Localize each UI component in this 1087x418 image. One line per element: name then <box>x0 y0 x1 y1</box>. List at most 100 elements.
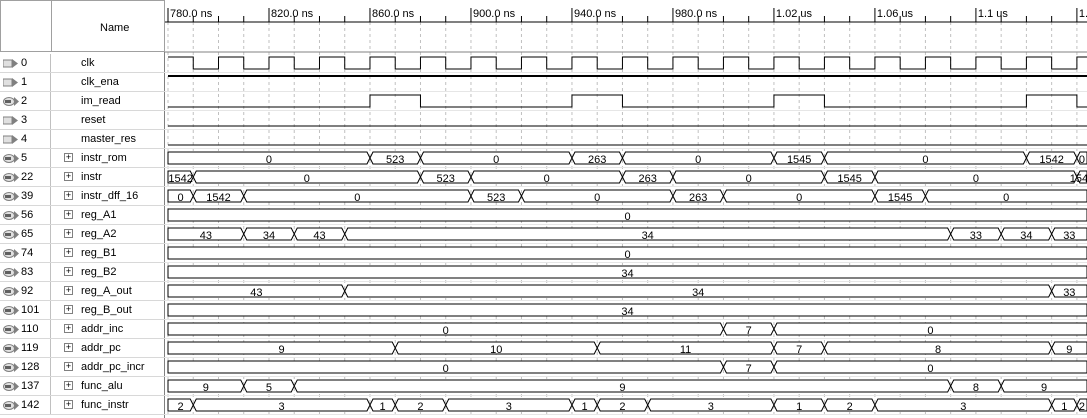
bus-value-label: 9 <box>203 382 209 394</box>
bus-value-label: 523 <box>437 173 455 185</box>
signal-row-clk-ena[interactable]: 1 clk_ena <box>0 73 165 92</box>
signal-row-master-res[interactable]: 4 master_res <box>0 130 165 149</box>
output-pin-icon <box>3 382 19 391</box>
input-pin-icon <box>3 59 18 68</box>
signal-name: instr_dff_16 <box>81 190 139 202</box>
waveform-instr-rom[interactable]: 0 523 0 263 0 1545 0 1542 0 <box>165 151 1087 168</box>
expand-bus-icon[interactable]: + <box>64 381 73 390</box>
signal-row-func-alu[interactable]: 137 + func_alu <box>0 377 165 396</box>
waveform-reg-B2[interactable]: 34 <box>165 265 1087 282</box>
expand-bus-icon[interactable]: + <box>64 210 73 219</box>
signal-index: 137 <box>21 380 40 392</box>
bus-value-label: 0 <box>266 154 272 166</box>
signal-row-reg-B-out[interactable]: 101 + reg_B_out <box>0 301 165 320</box>
waveform-clk[interactable] <box>165 56 1087 73</box>
signal-row-reg-B2[interactable]: 83 + reg_B2 <box>0 263 165 282</box>
waveform-im-read[interactable] <box>165 94 1087 111</box>
waveform-reg-B-out[interactable]: 34 <box>165 303 1087 320</box>
expand-bus-icon[interactable]: + <box>64 248 73 257</box>
waveform-instr[interactable]: 1542 0 523 0 263 0 1545 0 1542 <box>165 170 1087 187</box>
signal-row-addr-pc[interactable]: 119 + addr_pc <box>0 339 165 358</box>
signal-name: addr_pc <box>81 342 121 354</box>
expand-bus-icon[interactable]: + <box>64 343 73 352</box>
waveform-panel[interactable]: 780.0 ns 820.0 ns 860.0 ns 900.0 ns 940.0 ns… <box>165 0 1087 418</box>
signal-row-reset[interactable]: 3 reset <box>0 111 165 130</box>
signal-index-cell: 1 <box>0 73 51 92</box>
output-pin-icon <box>3 154 19 163</box>
bus-value-label: 8 <box>973 382 979 394</box>
name-column-header[interactable]: Name <box>51 0 165 52</box>
signal-row-instr-rom[interactable]: 5 + instr_rom <box>0 149 165 168</box>
bus-value-label: 1 <box>582 401 588 413</box>
bus-value-label: 9 <box>619 382 625 394</box>
waveform-clk-ena[interactable] <box>165 75 1087 92</box>
row-divider <box>0 414 165 415</box>
expand-bus-icon[interactable]: + <box>64 229 73 238</box>
waveform-addr-inc[interactable]: 0 7 0 <box>165 322 1087 339</box>
bus-value-label: 9 <box>1066 344 1072 356</box>
bus-value-label: 34 <box>263 230 275 242</box>
signal-index: 3 <box>21 114 28 126</box>
expand-bus-icon[interactable]: + <box>64 362 73 371</box>
signal-index-cell: 0 <box>0 54 51 73</box>
time-tick-label: 1.14 us <box>1079 8 1087 20</box>
bus-value-label: 0 <box>443 325 449 337</box>
bus-value-label: 3 <box>708 401 714 413</box>
signal-row-func-instr[interactable]: 142 + func_instr <box>0 396 165 415</box>
pulse-trace <box>168 94 1087 108</box>
signal-row-instr[interactable]: 22 + instr <box>0 168 165 187</box>
signal-name: instr_rom <box>81 152 127 164</box>
signal-index: 39 <box>21 190 34 202</box>
time-tick-label: 820.0 ns <box>271 8 314 20</box>
signal-row-reg-A1[interactable]: 56 + reg_A1 <box>0 206 165 225</box>
waveform-addr-pc[interactable]: 9 10 11 7 8 9 <box>165 341 1087 358</box>
bus-value-label: 1545 <box>837 173 861 185</box>
expand-bus-icon[interactable]: + <box>64 153 73 162</box>
waveform-reg-A1[interactable]: 0 <box>165 208 1087 225</box>
bus-value-label: 7 <box>746 325 752 337</box>
signal-row-instr-dff-16[interactable]: 39 + instr_dff_16 <box>0 187 165 206</box>
waveform-master-res[interactable] <box>165 144 1087 149</box>
expand-bus-icon[interactable]: + <box>64 267 73 276</box>
waveform-addr-pc-incr[interactable]: 0 7 0 <box>165 360 1087 377</box>
output-pin-icon <box>3 344 19 353</box>
expand-bus-icon[interactable]: + <box>64 305 73 314</box>
signal-row-reg-A2[interactable]: 65 + reg_A2 <box>0 225 165 244</box>
time-tick-label: 780.0 ns <box>170 8 213 20</box>
bus-value-label: 33 <box>1063 287 1075 299</box>
bus-value-label: 1545 <box>888 192 912 204</box>
bus-value-label: 263 <box>639 173 657 185</box>
expand-bus-icon[interactable]: + <box>64 172 73 181</box>
waveform-reset[interactable] <box>165 125 1087 130</box>
waveform-reg-A2[interactable]: 43 34 43 34 33 34 33 <box>165 227 1087 244</box>
bus-value-label: 263 <box>689 192 707 204</box>
bus-value-label: 0 <box>594 192 600 204</box>
signal-row-im-read[interactable]: 2 im_read <box>0 92 165 111</box>
signal-name: reg_A1 <box>81 209 117 221</box>
signal-index-cell: 119 <box>0 339 51 358</box>
bus-value-label: 523 <box>386 154 404 166</box>
signal-index-cell: 110 <box>0 320 51 339</box>
waveform-instr-dff-16[interactable]: 0 1542 0 523 0 263 0 1545 0 <box>165 189 1087 206</box>
index-column-header[interactable] <box>0 0 52 52</box>
waveform-reg-A-out[interactable]: 43 34 33 <box>165 284 1087 301</box>
bus-value-label: 0 <box>178 192 184 204</box>
signal-row-reg-A-out[interactable]: 92 + reg_A_out <box>0 282 165 301</box>
signal-index-cell: 128 <box>0 358 51 377</box>
expand-bus-icon[interactable]: + <box>64 191 73 200</box>
bus-value-label: 263 <box>588 154 606 166</box>
expand-bus-icon[interactable]: + <box>64 324 73 333</box>
expand-bus-icon[interactable]: + <box>64 400 73 409</box>
bus-value-label: 0 <box>695 154 701 166</box>
waveform-reg-B1[interactable]: 0 <box>165 246 1087 263</box>
waveform-func-alu[interactable]: 9 5 9 8 9 <box>165 379 1087 396</box>
waveform-func-instr[interactable]: 2312312312312 <box>165 398 1087 415</box>
signal-row-addr-pc-incr[interactable]: 128 + addr_pc_incr <box>0 358 165 377</box>
signal-row-clk[interactable]: 0 clk <box>0 54 165 73</box>
bus-value-label: 2 <box>1079 401 1085 413</box>
signal-row-reg-B1[interactable]: 74 + reg_B1 <box>0 244 165 263</box>
signal-index: 1 <box>21 76 28 88</box>
expand-bus-icon[interactable]: + <box>64 286 73 295</box>
time-tick-label: 860.0 ns <box>372 8 415 20</box>
signal-row-addr-inc[interactable]: 110 + addr_inc <box>0 320 165 339</box>
